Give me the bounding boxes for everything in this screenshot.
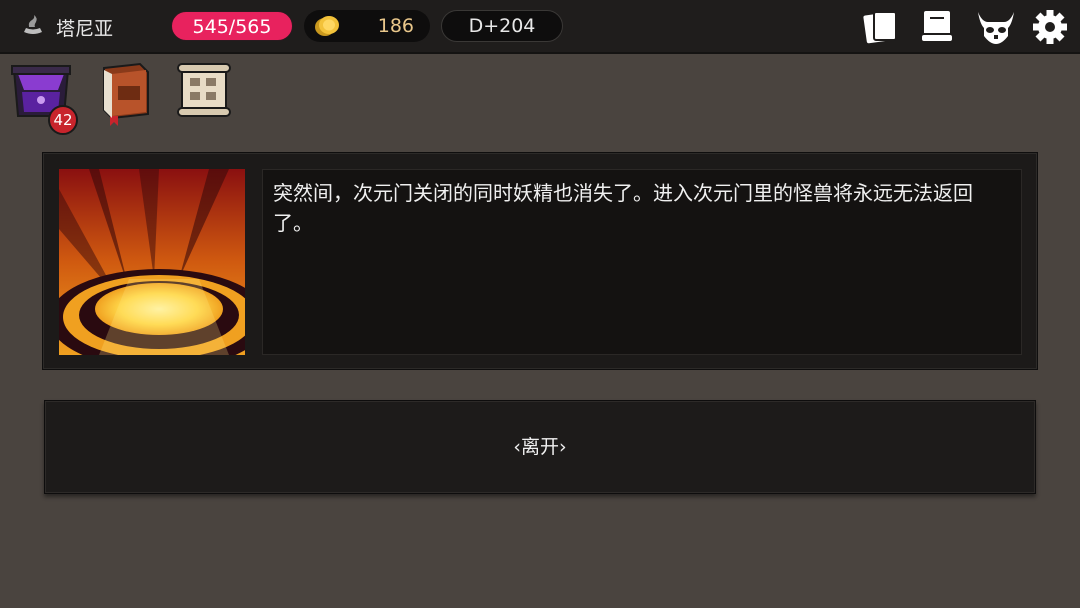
chest-count-badge: 42 — [48, 105, 78, 135]
book-icon[interactable] — [96, 60, 154, 126]
map-scroll-icon[interactable] — [174, 60, 234, 122]
coins-icon — [315, 16, 339, 36]
day-counter: D+204 — [441, 10, 563, 42]
gold-amount: 186 — [377, 15, 414, 37]
gear-icon[interactable] — [1030, 8, 1070, 46]
top-bar: 塔尼亚 545/565 186 D+204 — [0, 0, 1080, 54]
gold-display: 186 — [304, 10, 430, 42]
sweeping-icon — [24, 15, 42, 34]
scroll-icon[interactable] — [918, 8, 958, 46]
cards-icon[interactable] — [860, 8, 900, 46]
event-description: 突然间，次元门关闭的同时妖精也消失了。进入次元门里的怪兽将永远无法返回了。 — [262, 169, 1022, 355]
portal-light-image — [59, 169, 245, 355]
leave-button[interactable]: ‹离开› — [44, 400, 1036, 494]
hp-display: 545/565 — [171, 11, 293, 41]
monster-skull-icon[interactable] — [976, 8, 1016, 46]
event-panel: 突然间，次元门关闭的同时妖精也消失了。进入次元门里的怪兽将永远无法返回了。 — [42, 152, 1038, 370]
location-name: 塔尼亚 — [56, 18, 114, 40]
